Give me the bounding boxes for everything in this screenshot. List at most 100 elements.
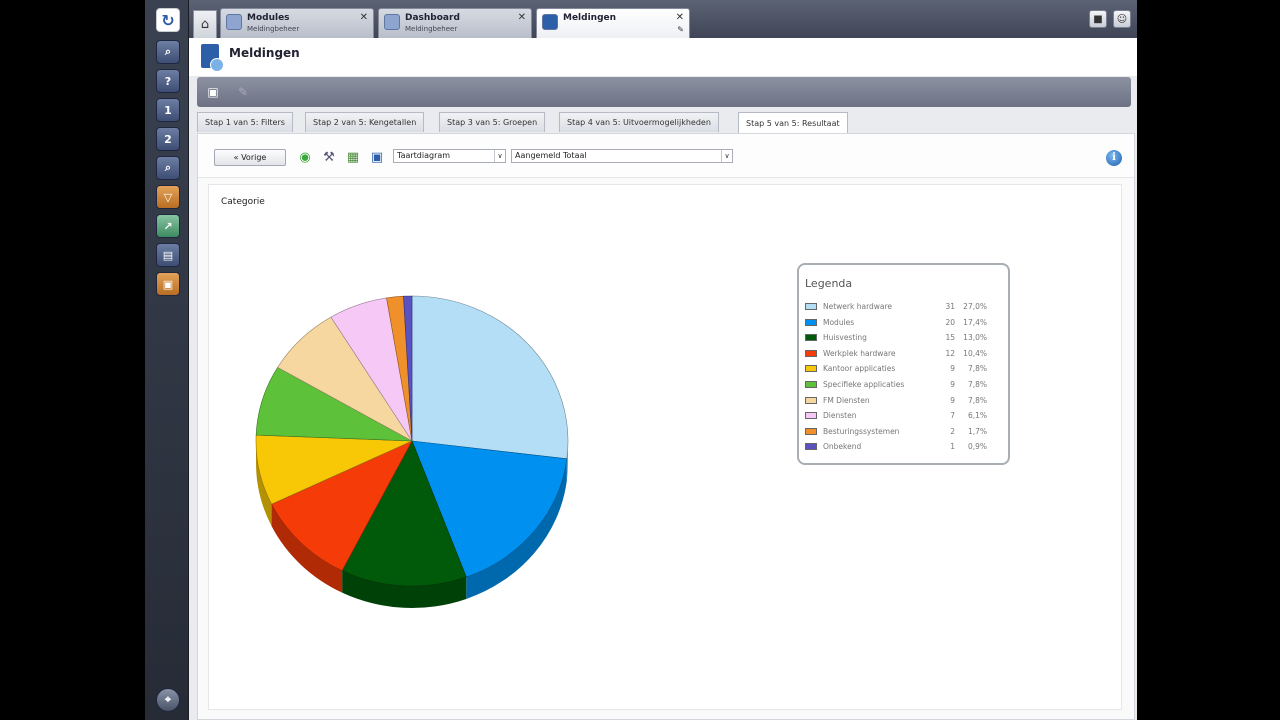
- legend-swatch: [805, 381, 817, 388]
- legend-label: Modules: [823, 317, 855, 327]
- tab-step-4[interactable]: Stap 4 van 5: Uitvoermogelijkheden: [559, 112, 719, 132]
- search-module-icon[interactable]: ⌕: [156, 40, 180, 64]
- legend-count: 7: [950, 411, 955, 421]
- close-icon[interactable]: ✕: [518, 12, 526, 23]
- app-logo-icon[interactable]: ↻: [156, 8, 180, 32]
- tools-icon[interactable]: ⚒: [320, 148, 338, 166]
- legend-count: 15: [945, 333, 955, 343]
- legend-item: Netwerk hardware 31 27,0%: [805, 301, 995, 313]
- tab-meldingen[interactable]: Meldingen ✕ ✎: [536, 8, 690, 38]
- legend-swatch: [805, 427, 817, 435]
- legend-percent: 0,9%: [967, 442, 987, 452]
- table-icon[interactable]: ▦: [344, 148, 362, 166]
- module-rail: ↻ ⌕ ? 1 2 ⌕ ▽ ↗ ▤ ▣ ⌖: [145, 0, 189, 720]
- pie-slice: [411, 295, 569, 460]
- legend-label: Kantoor applicaties: [823, 364, 896, 374]
- application-window: ↻ ⌕ ? 1 2 ⌕ ▽ ↗ ▤ ▣ ⌖ ⌂ Modules Meldingb…: [145, 0, 1137, 720]
- close-icon[interactable]: ✕: [360, 12, 368, 23]
- legend-swatch: [805, 365, 817, 373]
- action-toolbar: ▣ ✎: [197, 77, 1131, 107]
- page-header: Meldingen: [189, 38, 1137, 76]
- legend-swatch: [805, 412, 817, 420]
- legend-percent: 1,7%: [967, 426, 987, 436]
- legend-item: Modules 20 17,4%: [805, 317, 995, 329]
- meldingen-tab-icon: [542, 14, 558, 30]
- legend-count: 9: [950, 380, 955, 389]
- close-icon[interactable]: ✕: [676, 12, 684, 23]
- report-module-icon[interactable]: ▤: [156, 243, 180, 267]
- chart-controls: « Vorige ◉ ⚒ ▦ ▣ Taartdiagram ∨ Aangemel…: [198, 134, 1134, 178]
- page-title: Meldingen: [229, 46, 300, 60]
- legend-swatch: [805, 396, 817, 404]
- measure-value: Aangemeld Totaal: [515, 151, 587, 160]
- modules-tab-icon: [226, 14, 242, 30]
- tab-title: Dashboard: [405, 13, 460, 23]
- chart-type-value: Taartdiagram: [397, 151, 451, 160]
- tab-modules[interactable]: Modules Meldingbeheer ✕: [220, 8, 374, 38]
- tab-title: Modules: [247, 13, 290, 23]
- meldingen-page-icon: [201, 44, 224, 72]
- filter-module-icon[interactable]: ▽: [156, 185, 180, 209]
- window-icon[interactable]: ■: [1089, 10, 1107, 28]
- archive-module-icon[interactable]: ▣: [156, 272, 180, 296]
- legend-count: 31: [945, 302, 955, 311]
- legend-label: Specifieke applicaties: [823, 380, 905, 389]
- tab-step-5[interactable]: Stap 5 van 5: Resultaat: [738, 112, 848, 134]
- legend-label: Diensten: [823, 411, 857, 421]
- chevron-down-icon: ∨: [494, 150, 505, 162]
- chart-area: Categorie Legenda Netwerk hardware 31 27,0…: [208, 184, 1122, 710]
- legend-count: 9: [950, 364, 955, 374]
- wizard-steps: Stap 1 van 5: Filters Stap 2 van 5: Keng…: [197, 112, 1131, 134]
- legend-count: 2: [950, 426, 955, 436]
- helpdesk-module-icon[interactable]: ?: [156, 69, 180, 93]
- legend-percent: 13,0%: [963, 333, 987, 343]
- edit-icon[interactable]: ✎: [233, 82, 253, 102]
- legend-percent: 7,8%: [967, 364, 987, 374]
- legend-item: Huisvesting 15 13,0%: [805, 332, 995, 344]
- legend-percent: 17,4%: [963, 317, 987, 327]
- legend-swatch: [805, 318, 817, 326]
- previous-button[interactable]: « Vorige: [214, 149, 286, 166]
- tab-subtitle: Meldingbeheer: [247, 25, 300, 33]
- refresh-icon[interactable]: ◉: [296, 148, 314, 166]
- pin-icon[interactable]: ✎: [677, 25, 684, 34]
- legend-item: Diensten 7 6,1%: [805, 410, 995, 422]
- export-module-icon[interactable]: ↗: [156, 214, 180, 238]
- export-icon[interactable]: ▣: [368, 148, 386, 166]
- tab-step-2[interactable]: Stap 2 van 5: Kengetallen: [305, 112, 425, 132]
- home-tab-icon[interactable]: ⌂: [193, 10, 217, 38]
- legend-item: FM Diensten 9 7,8%: [805, 395, 995, 407]
- legend-label: FM Diensten: [823, 395, 870, 405]
- zoom-module-icon[interactable]: ⌕: [156, 156, 180, 180]
- second-line-module-icon[interactable]: 2: [156, 127, 180, 151]
- legend-label: Onbekend: [823, 442, 862, 452]
- user-icon[interactable]: ☺: [1113, 10, 1131, 28]
- legend-label: Netwerk hardware: [823, 302, 893, 311]
- tab-title: Meldingen: [563, 13, 617, 23]
- tab-step-3[interactable]: Stap 3 van 5: Groepen: [439, 112, 546, 132]
- tab-step-1[interactable]: Stap 1 van 5: Filters: [197, 112, 293, 132]
- chevron-down-icon: ∨: [721, 150, 732, 162]
- measure-select[interactable]: Aangemeld Totaal ∨: [511, 149, 733, 163]
- legend-percent: 10,4%: [963, 348, 987, 358]
- legend-swatch: [805, 349, 817, 357]
- legend-item: Werkplek hardware 12 10,4%: [805, 348, 995, 360]
- chart-type-select[interactable]: Taartdiagram ∨: [393, 149, 506, 163]
- save-icon[interactable]: ▣: [203, 82, 223, 102]
- tab-dashboard[interactable]: Dashboard Meldingbeheer ✕: [378, 8, 532, 38]
- tab-subtitle: Meldingbeheer: [405, 25, 458, 33]
- pie-chart: [255, 295, 569, 608]
- legend-label: Huisvesting: [823, 333, 867, 343]
- legend-title: Legenda: [805, 277, 853, 290]
- compass-icon[interactable]: ⌖: [156, 688, 180, 712]
- legend-count: 9: [950, 395, 955, 405]
- legend-label: Besturingssystemen: [823, 426, 900, 436]
- legend-count: 20: [945, 317, 955, 327]
- first-line-module-icon[interactable]: 1: [156, 98, 180, 122]
- window-tabbar: ⌂ Modules Meldingbeheer ✕ Dashboard Meld…: [189, 0, 1137, 38]
- info-icon[interactable]: i: [1106, 150, 1122, 166]
- legend-swatch: [805, 443, 817, 451]
- legend-count: 1: [950, 442, 955, 452]
- legend-percent: 7,8%: [967, 380, 987, 389]
- legend-item: Onbekend 1 0,9%: [805, 441, 995, 453]
